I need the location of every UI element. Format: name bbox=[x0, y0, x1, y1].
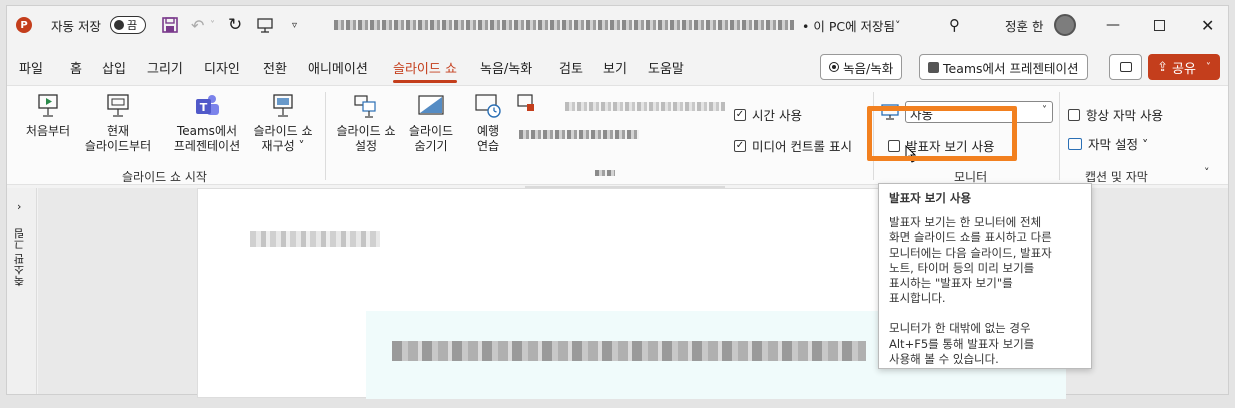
save-status-chevron-icon[interactable]: ˅ bbox=[895, 15, 901, 35]
redo-icon[interactable]: ↻ bbox=[228, 15, 242, 35]
hide-slide-button[interactable]: 슬라이드 숨기기 bbox=[403, 92, 459, 154]
use-timings-check-icon: ✓ bbox=[734, 108, 746, 121]
maximize-icon[interactable] bbox=[1154, 15, 1165, 35]
thumbnail-pane-collapsed[interactable]: › 축소판 그림 bbox=[7, 188, 37, 394]
undo-dropdown-icon[interactable]: ˅ bbox=[210, 15, 215, 35]
close-icon[interactable]: ✕ bbox=[1201, 15, 1214, 35]
tab-review[interactable]: 검토 bbox=[559, 58, 583, 77]
obscured-option-1 bbox=[565, 102, 725, 111]
present-in-teams-label: Teams에서 프레젠테이션 bbox=[943, 60, 1079, 76]
from-current-slide-label: 현재 슬라이드부터 bbox=[84, 124, 152, 153]
tab-transitions[interactable]: 전환 bbox=[263, 58, 287, 77]
always-subtitles-check-icon bbox=[1068, 108, 1080, 121]
record-slideshow-icon[interactable] bbox=[517, 94, 535, 114]
rehearse-timings-label: 예행 연습 bbox=[476, 124, 500, 153]
from-beginning-button[interactable]: 처음부터 bbox=[24, 92, 72, 139]
title-bar: P 자동 저장 끔 ↶ ˅ ↻ ▿ • 이 PC에 저장됨 ˅ ⚲ 정훈 한 —… bbox=[7, 6, 1228, 44]
setup-slideshow-icon bbox=[352, 92, 380, 120]
chevron-down-icon: ˅ bbox=[1042, 105, 1047, 116]
record-button[interactable]: 녹음/녹화 bbox=[820, 54, 903, 80]
search-icon[interactable]: ⚲ bbox=[949, 15, 960, 35]
file-name-obscured bbox=[334, 20, 794, 30]
tab-home[interactable]: 홈 bbox=[70, 58, 82, 77]
comments-button[interactable] bbox=[1109, 54, 1142, 80]
tab-animations[interactable]: 애니메이션 bbox=[308, 58, 368, 77]
tab-file[interactable]: 파일 bbox=[19, 58, 43, 77]
obscured-slide-text bbox=[392, 341, 866, 361]
save-icon[interactable] bbox=[162, 15, 178, 35]
user-name[interactable]: 정훈 한 bbox=[1005, 15, 1043, 35]
setup-slideshow-button[interactable]: 슬라이드 쇼 설정 bbox=[330, 92, 402, 154]
from-beginning-icon bbox=[34, 92, 62, 120]
presenter-view-tooltip: 발표자 보기 사용 발표자 보기는 한 모니터에 전체 화면 슬라이드 쇼를 표… bbox=[878, 183, 1092, 369]
tab-design[interactable]: 디자인 bbox=[204, 58, 240, 77]
avatar[interactable] bbox=[1054, 14, 1076, 36]
obscured-option-3 bbox=[595, 170, 615, 176]
subtitle-settings-label: 자막 설정 ˅ bbox=[1088, 137, 1149, 152]
teams-present-ribbon-label: Teams에서 프레젠테이션 bbox=[173, 124, 241, 153]
from-beginning-label: 처음부터 bbox=[25, 124, 71, 138]
media-controls-check-icon: ✓ bbox=[734, 139, 746, 152]
from-current-slide-icon bbox=[104, 92, 132, 120]
autosave-label: 자동 저장 bbox=[51, 18, 101, 34]
teams-icon bbox=[928, 61, 939, 73]
always-subtitles-label: 항상 자막 사용 bbox=[1086, 108, 1163, 123]
tab-insert[interactable]: 삽입 bbox=[102, 58, 126, 77]
tab-draw[interactable]: 그리기 bbox=[147, 58, 183, 77]
hide-slide-label: 슬라이드 숨기기 bbox=[408, 124, 454, 153]
powerpoint-logo-icon: P bbox=[16, 17, 32, 33]
custom-slideshow-icon bbox=[269, 92, 297, 120]
share-dropdown-icon[interactable]: ˅ bbox=[1206, 62, 1211, 73]
tab-record[interactable]: 녹음/녹화 bbox=[480, 58, 532, 77]
custom-slideshow-label: 슬라이드 쇼 재구성 ˅ bbox=[253, 124, 313, 153]
setup-slideshow-label: 슬라이드 쇼 설정 bbox=[336, 124, 396, 153]
use-timings-checkbox[interactable]: ✓ 시간 사용 bbox=[734, 105, 802, 124]
tooltip-title: 발표자 보기 사용 bbox=[889, 191, 972, 205]
group-separator bbox=[325, 92, 326, 180]
record-label: 녹음/녹화 bbox=[843, 60, 894, 76]
tab-slideshow[interactable]: 슬라이드 쇼 bbox=[393, 58, 457, 83]
svg-text:T: T bbox=[200, 101, 208, 114]
microsoft-teams-icon: T bbox=[193, 92, 221, 120]
subtitle-settings-icon bbox=[1068, 137, 1082, 150]
use-timings-label: 시간 사용 bbox=[752, 108, 802, 123]
tooltip-body-1: 발표자 보기는 한 모니터에 전체 화면 슬라이드 쇼를 표시하고 다른 모니터… bbox=[889, 215, 1052, 306]
autosave-state: 끔 bbox=[127, 19, 138, 32]
autosave-toggle[interactable]: 끔 bbox=[110, 15, 146, 35]
rehearse-timings-icon bbox=[474, 92, 502, 120]
present-in-teams-button[interactable]: Teams에서 프레젠테이션 bbox=[919, 54, 1088, 80]
thumbnail-pane-label: 축소판 그림 bbox=[13, 228, 26, 287]
presenter-view-highlight bbox=[867, 106, 1017, 161]
share-button[interactable]: ⇪ 공유 ˅ bbox=[1148, 54, 1220, 80]
group-separator bbox=[1059, 92, 1060, 180]
share-icon: ⇪ bbox=[1157, 59, 1168, 75]
tab-view[interactable]: 보기 bbox=[603, 58, 627, 77]
share-label: 공유 bbox=[1171, 61, 1196, 77]
slideshow-ribbon: 처음부터 현재 슬라이드부터 T Teams에서 프레젠테이션 슬라이드 쇼 재… bbox=[7, 85, 1228, 189]
comment-icon bbox=[1119, 62, 1132, 72]
from-current-slide-button[interactable]: 현재 슬라이드부터 bbox=[79, 92, 157, 154]
obscured-slide-title bbox=[250, 231, 380, 247]
collapse-ribbon-chevron-icon[interactable]: ˅ bbox=[1204, 166, 1210, 179]
custom-slideshow-button[interactable]: 슬라이드 쇼 재구성 ˅ bbox=[248, 92, 318, 154]
teams-present-ribbon-button[interactable]: T Teams에서 프레젠테이션 bbox=[169, 92, 245, 154]
save-status[interactable]: • 이 PC에 저장됨 bbox=[802, 15, 895, 35]
customize-toolbar-icon[interactable]: ▿ bbox=[292, 15, 297, 35]
tooltip-body-2: 모니터가 한 대밖에 없는 경우 Alt+F5를 통해 발표자 보기를 사용해 … bbox=[889, 321, 1035, 366]
obscured-option-2 bbox=[519, 130, 639, 139]
always-subtitles-checkbox[interactable]: 항상 자막 사용 bbox=[1068, 105, 1163, 124]
tab-help[interactable]: 도움말 bbox=[648, 58, 684, 77]
rehearse-timings-button[interactable]: 예행 연습 bbox=[468, 92, 508, 154]
show-media-controls-checkbox[interactable]: ✓ 미디어 컨트롤 표시 bbox=[734, 136, 852, 155]
show-media-controls-label: 미디어 컨트롤 표시 bbox=[752, 139, 852, 154]
presentation-icon[interactable] bbox=[257, 15, 273, 35]
hide-slide-icon bbox=[417, 92, 445, 120]
record-icon bbox=[829, 62, 839, 72]
undo-icon[interactable]: ↶ bbox=[191, 15, 204, 35]
expand-pane-chevron-icon[interactable]: › bbox=[17, 200, 21, 213]
subtitle-settings-button[interactable]: 자막 설정 ˅ bbox=[1068, 134, 1148, 153]
start-slideshow-group-label: 슬라이드 쇼 시작 bbox=[122, 170, 207, 184]
captions-group-label: 캡션 및 자막 bbox=[1085, 170, 1148, 184]
minimize-icon[interactable]: — bbox=[1106, 15, 1120, 35]
